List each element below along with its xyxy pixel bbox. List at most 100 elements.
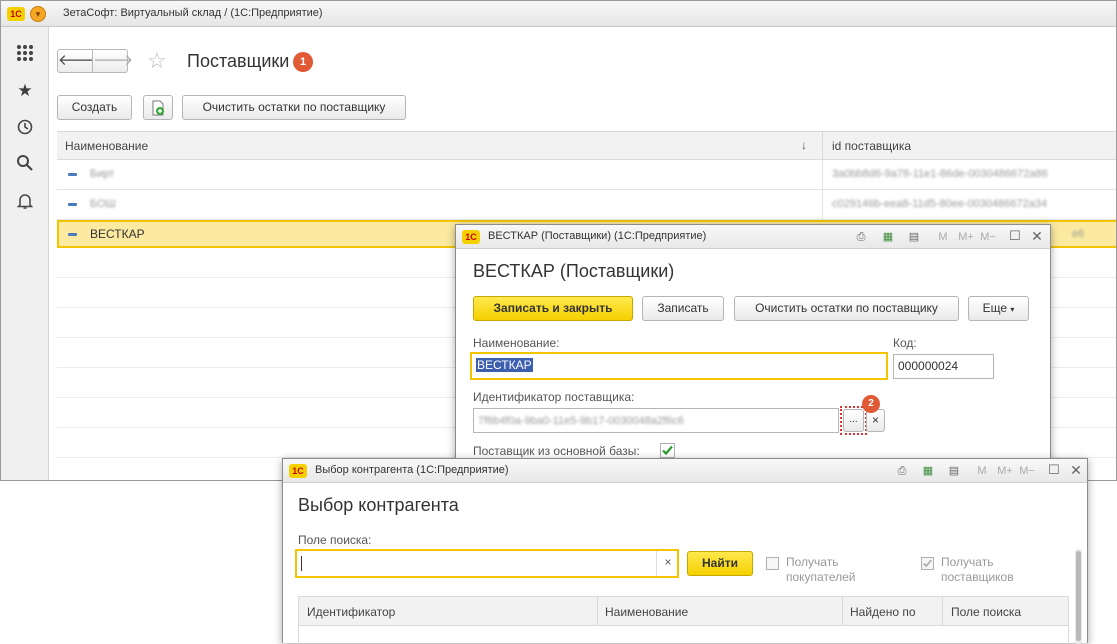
sidebar: ★ (1, 27, 49, 480)
memory-minus-icon[interactable]: M− (978, 230, 998, 244)
column-header-name[interactable]: Наименование (605, 605, 688, 619)
supplier-dialog: 1С ВЕСТКАР (Поставщики) (1С:Предприятие)… (455, 224, 1051, 464)
name-field[interactable]: ВЕСТКАР (470, 352, 888, 380)
create-button[interactable]: Создать (57, 95, 132, 120)
maximize-icon[interactable]: ☐ (1047, 463, 1061, 477)
column-header-search-field[interactable]: Поле поиска (951, 605, 1021, 619)
back-button[interactable]: 🡐 (57, 49, 98, 73)
search-icon[interactable] (13, 151, 37, 175)
code-label: Код: (893, 336, 917, 350)
annotation-badge-2: 2 (862, 395, 880, 413)
column-divider (822, 160, 823, 190)
find-button[interactable]: Найти (687, 551, 753, 576)
scrollbar[interactable] (1075, 549, 1082, 644)
name-label: Наименование: (473, 336, 560, 350)
spreadsheet-icon[interactable]: ▦ (881, 230, 895, 244)
calendar-icon[interactable]: ▤ (947, 464, 961, 478)
select-button[interactable]: ... (843, 409, 864, 432)
column-header-found-by[interactable]: Найдено по (850, 605, 916, 619)
clear-search-button[interactable]: × (659, 551, 677, 574)
apps-grid-icon[interactable] (13, 41, 37, 65)
more-button[interactable]: Еще ▾ (968, 296, 1029, 321)
supplier-id-value: 7f6b4f0a-9ba0-11e5-9b17-0030048a2f6c6 (478, 415, 684, 427)
memory-plus-icon[interactable]: M+ (995, 464, 1015, 478)
page-title: Поставщики (187, 51, 290, 71)
item-marker-icon (68, 173, 77, 176)
search-input[interactable]: × (295, 549, 679, 578)
search-label: Поле поиска: (298, 533, 372, 547)
dialog-title-bar: 1С Выбор контрагента (1С:Предприятие) ⎙ … (283, 459, 1087, 483)
text-cursor (301, 556, 302, 571)
more-label: Еще (982, 301, 1008, 315)
save-and-close-button[interactable]: Записать и закрыть (473, 296, 633, 321)
clear-stock-button[interactable]: Очистить остатки по поставщику (182, 95, 406, 120)
item-marker-icon (68, 233, 77, 236)
get-buyers-label: Получать покупателей (786, 555, 856, 584)
table-header: Наименование ↓ id поставщика (57, 131, 1116, 160)
get-suppliers-checkbox[interactable] (921, 557, 934, 570)
favorite-star-icon[interactable]: ☆ (147, 48, 167, 74)
dialog-heading: ВЕСТКАР (Поставщики) (473, 261, 675, 281)
forward-button[interactable]: 🡒 (92, 49, 133, 73)
spreadsheet-icon[interactable]: ▦ (921, 464, 935, 478)
memory-minus-icon[interactable]: M− (1017, 464, 1037, 478)
column-divider (842, 597, 843, 626)
row-name: ВЕСТКАР (90, 227, 145, 241)
calendar-icon[interactable]: ▤ (907, 230, 921, 244)
row-id: e6 (1072, 228, 1085, 240)
save-button[interactable]: Записать (642, 296, 724, 321)
column-divider (822, 132, 823, 160)
table-row[interactable]: Бирт 3a0bb8d6-9a78-11e1-86de-0030486672a… (57, 160, 1116, 190)
app-logo-icon: 1С (462, 230, 480, 244)
notifications-bell-icon[interactable] (13, 189, 37, 213)
close-icon[interactable]: ✕ (1069, 463, 1083, 477)
column-header-name[interactable]: Наименование (65, 139, 148, 153)
main-menu-icon[interactable]: ▾ (30, 6, 46, 22)
main-base-checkbox[interactable] (660, 443, 675, 458)
item-marker-icon (68, 203, 77, 206)
results-table-header: Идентификатор Наименование Найдено по По… (298, 596, 1069, 626)
dialog-title: ВЕСТКАР (Поставщики) (1С:Предприятие) (488, 230, 707, 242)
print-icon[interactable]: ⎙ (854, 230, 868, 244)
dialog-title-bar: 1С ВЕСТКАР (Поставщики) (1С:Предприятие)… (456, 225, 1050, 249)
column-divider (597, 597, 598, 626)
table-row[interactable]: БОШ c029146b-eea8-11d5-80ee-0030486672a3… (57, 190, 1116, 220)
favorites-star-icon[interactable]: ★ (13, 79, 37, 103)
history-icon[interactable] (13, 115, 37, 139)
row-id: 3a0bb8d6-9a78-11e1-86de-0030486672a86 (832, 168, 1048, 180)
name-field-value: ВЕСТКАР (476, 358, 533, 372)
counterparty-dialog: 1С Выбор контрагента (1С:Предприятие) ⎙ … (282, 458, 1088, 644)
column-header-identifier[interactable]: Идентификатор (307, 605, 395, 619)
memory-m-icon[interactable]: M (936, 230, 950, 244)
window-title: ЗетаСофт: Виртуальный склад / (1С:Предпр… (63, 7, 323, 19)
code-field[interactable]: 000000024 (893, 354, 994, 379)
row-id: c029146b-eea8-11d5-80ee-0030486672a34 (832, 198, 1048, 210)
add-document-button[interactable] (143, 95, 173, 120)
annotation-badge-1: 1 (293, 52, 313, 72)
scrollbar-thumb[interactable] (1076, 551, 1081, 641)
row-name: Бирт (90, 168, 115, 180)
title-bar: 1С ▾ ЗетаСофт: Виртуальный склад / (1С:П… (1, 1, 1116, 27)
print-icon[interactable]: ⎙ (895, 464, 909, 478)
memory-m-icon[interactable]: M (975, 464, 989, 478)
maximize-icon[interactable]: ☐ (1008, 229, 1022, 243)
main-base-label: Поставщик из основной базы: (473, 444, 640, 458)
app-logo-icon: 1С (7, 7, 25, 21)
get-suppliers-label: Получать поставщиков (941, 555, 1014, 584)
field-divider (656, 551, 657, 576)
dialog-heading: Выбор контрагента (298, 495, 459, 515)
app-logo-icon: 1С (289, 464, 307, 478)
dialog-title: Выбор контрагента (1С:Предприятие) (315, 464, 509, 476)
column-divider (822, 190, 823, 220)
results-table-body (298, 626, 1069, 644)
memory-plus-icon[interactable]: M+ (956, 230, 976, 244)
clear-stock-button[interactable]: Очистить остатки по поставщику (734, 296, 959, 321)
row-name: БОШ (90, 198, 116, 210)
dropdown-arrow-icon: ▾ (1010, 305, 1015, 314)
column-header-id[interactable]: id поставщика (832, 139, 911, 153)
sort-arrow-icon[interactable]: ↓ (801, 138, 807, 152)
supplier-id-field[interactable]: 7f6b4f0a-9ba0-11e5-9b17-0030048a2f6c6 (473, 408, 839, 433)
close-icon[interactable]: ✕ (1030, 229, 1044, 243)
supplier-id-label: Идентификатор поставщика: (473, 390, 635, 404)
get-buyers-checkbox[interactable] (766, 557, 779, 570)
